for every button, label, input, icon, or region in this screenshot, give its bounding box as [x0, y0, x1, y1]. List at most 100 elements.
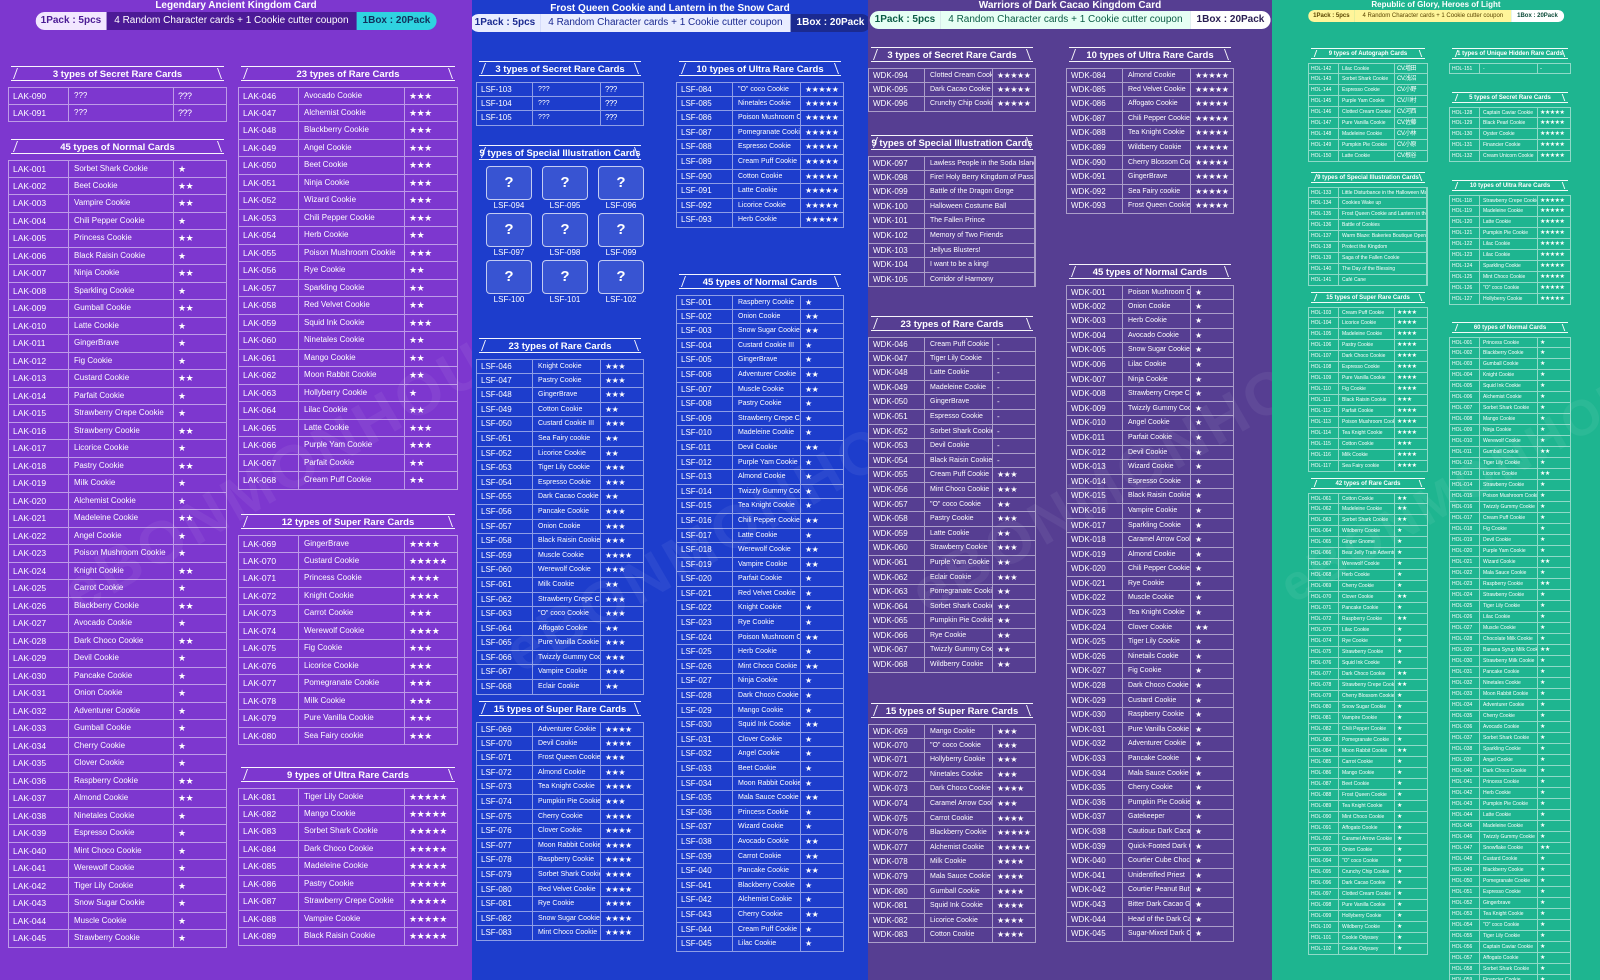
- card-code: LSF-061: [477, 577, 533, 592]
- table-row: LSF-028 Dark Choco Cookie ★: [676, 689, 844, 704]
- card-code: HOL-094: [1309, 856, 1339, 866]
- card-name: Snow Sugar Cookie: [1123, 343, 1191, 357]
- card-code: LAK-057: [239, 279, 299, 296]
- card-rarity: ★: [1397, 605, 1402, 611]
- card-name: Pancake Cookie: [1480, 667, 1538, 677]
- card-name: Jellyus Blusters!: [925, 243, 1035, 258]
- table-row: WDK-026 Ninetails Cookie ★: [1066, 649, 1234, 665]
- card-code: WDK-034: [1067, 766, 1123, 781]
- card-name: Dark Choco Cookie: [1339, 351, 1395, 361]
- card-rarity: ★: [1195, 768, 1202, 778]
- table-row: HOL-067 Werewolf Cookie ★: [1308, 559, 1428, 570]
- card-name: "O" coco Cookie: [925, 497, 993, 512]
- table-row: LAK-069 GingerBrave ★★★★: [238, 535, 458, 553]
- card-code: HOL-082: [1309, 724, 1339, 734]
- card-name: Espresso Cookie: [69, 825, 174, 842]
- table-row: LSF-015 Tea Knight Cookie ★: [676, 499, 844, 514]
- card-code: HOL-130: [1450, 129, 1480, 139]
- section-title: 45 types of Normal Cards: [679, 274, 841, 289]
- card-rarity: ★: [178, 723, 186, 733]
- card-code: WDK-046: [869, 338, 925, 351]
- card-rarity: ★: [805, 574, 812, 584]
- card-rarity: ★★: [1540, 647, 1550, 653]
- card-name: Sea Fairy cookie: [533, 431, 601, 446]
- table-row: LAK-070 Custard Cookie ★★★★★: [238, 552, 458, 570]
- section-title: 3 types of Secret Rare Cards: [871, 47, 1033, 62]
- card-code: HOL-007: [1450, 403, 1480, 413]
- card-name: Vampire Cookie: [1339, 713, 1395, 723]
- card-code: HOL-002: [1450, 348, 1480, 358]
- card-code: LAK-013: [9, 370, 69, 387]
- box-size: 1Box : 20Pack: [1511, 10, 1564, 22]
- table-row: HOL-135 Frost Queen Cookie and Lantern in…: [1308, 209, 1428, 220]
- table-row: LAK-006 Black Raisin Cookie ★: [8, 247, 227, 265]
- card-rarity: ★★★★: [997, 886, 1024, 896]
- table-row: LSF-011 Devil Cookie ★★: [676, 440, 844, 456]
- card-rarity: ★★★★: [605, 855, 632, 865]
- card-code: HOL-014: [1450, 480, 1480, 490]
- card-rarity: ★: [1397, 869, 1402, 875]
- table-row: LAK-039 Espresso Cookie ★: [8, 825, 227, 843]
- table-row: LAK-013 Custard Cookie ★★: [8, 370, 227, 388]
- lsf-normal-section: 45 types of Normal Cards LSF-001 Raspberry…: [676, 274, 844, 952]
- card-code: LAK-051: [239, 174, 299, 191]
- card-code: LAK-021: [9, 510, 69, 527]
- card-rarity: ★: [805, 501, 812, 511]
- card-code: HOL-048: [1450, 854, 1480, 864]
- card-code: HOL-079: [1309, 691, 1339, 701]
- card-code: HOL-117: [1309, 461, 1339, 471]
- card-rarity: ★: [1397, 759, 1402, 765]
- card-code: HOL-074: [1309, 636, 1339, 646]
- card-code: LSF-053: [477, 461, 533, 475]
- card-code: LSF-084: [677, 83, 733, 96]
- card-code: LAK-067: [239, 454, 299, 471]
- card-table: LSF-084 "O" coco Cookie ★★★★★ LSF-085 Nineta…: [676, 82, 844, 228]
- table-row: WDK-020 Chili Pepper Cookie ★: [1066, 562, 1234, 577]
- card-code: HOL-040: [1450, 766, 1480, 776]
- table-row: HOL-122 Lilac Cookie ★★★★★: [1449, 239, 1571, 250]
- card-name: Cherry Cookie: [533, 809, 601, 824]
- card-code: LAK-018: [9, 457, 69, 474]
- table-row: WDK-104 I want to be a king!: [868, 258, 1036, 273]
- card-rarity: ★: [1195, 929, 1202, 939]
- table-row: WDK-092 Sea Fairy cookie ★★★★★: [1066, 184, 1234, 200]
- card-code: LSF-013: [677, 470, 733, 484]
- card-code: LAK-010: [9, 317, 69, 334]
- card-name: Rye Cookie: [299, 262, 405, 279]
- card-code: WDK-065: [869, 614, 925, 628]
- table-row: HOL-056 Captain Caviar Cookie ★: [1449, 942, 1571, 953]
- card-name: Vampire Cookie: [299, 910, 405, 927]
- card-rarity: ★★★★★: [409, 878, 447, 889]
- table-row: LSF-020 Parfait Cookie ★: [676, 572, 844, 587]
- card-name: Pastry Cookie: [69, 457, 174, 474]
- card-name: Ninja Cookie: [69, 265, 174, 282]
- card-rarity: ★: [805, 778, 812, 788]
- card-code: WDK-049: [869, 380, 925, 395]
- card-name: Fig Cookie: [1123, 664, 1191, 679]
- table-row: LAK-068 Cream Puff Cookie ★★: [238, 472, 458, 490]
- card-rarity: CV.根谷: [1397, 153, 1416, 159]
- table-row: LAK-029 Devil Cookie ★: [8, 650, 227, 668]
- table-row: LAK-035 Clover Cookie ★: [8, 755, 227, 773]
- card-code: HOL-103: [1309, 308, 1339, 317]
- wdk-secret-section: 3 types of Secret Rare Cards WDK-094 Clott…: [868, 47, 1036, 112]
- card-name: Cookie Odyssey: [1339, 944, 1395, 954]
- table-row: HOL-058 Sorbet Shark Cookie ★: [1449, 964, 1571, 975]
- card-code: LSF-080: [477, 882, 533, 897]
- section-title: 10 types of Ultra Rare Cards: [1452, 180, 1568, 191]
- wdk-normal-section: 45 types of Normal Cards WDK-001 Poison Mu…: [1066, 264, 1234, 942]
- card-name: Muscle Cookie: [69, 912, 174, 929]
- table-row: HOL-068 Herb Cookie ★: [1308, 570, 1428, 581]
- card-code: LAK-049: [239, 139, 299, 156]
- table-row: LSF-026 Mint Choco Cookie ★★: [676, 659, 844, 675]
- table-row: HOL-136 Battle of Cookies: [1308, 220, 1428, 231]
- card-name: Herb Cookie: [733, 213, 801, 227]
- card-name: Blackberry Cookie: [299, 122, 405, 139]
- panel-republic-glory: eBONMONHOUSE Republic of Glory, Heroes o…: [1272, 0, 1600, 980]
- card-name: Strawberry Cookie: [925, 541, 993, 555]
- card-name: Princess Cookie: [1480, 777, 1538, 787]
- card-code: HOL-066: [1309, 548, 1339, 558]
- card-code: WDK-057: [869, 497, 925, 512]
- card-name: Avocado Cookie: [1123, 328, 1191, 343]
- card-rarity: ★★★★: [605, 928, 632, 938]
